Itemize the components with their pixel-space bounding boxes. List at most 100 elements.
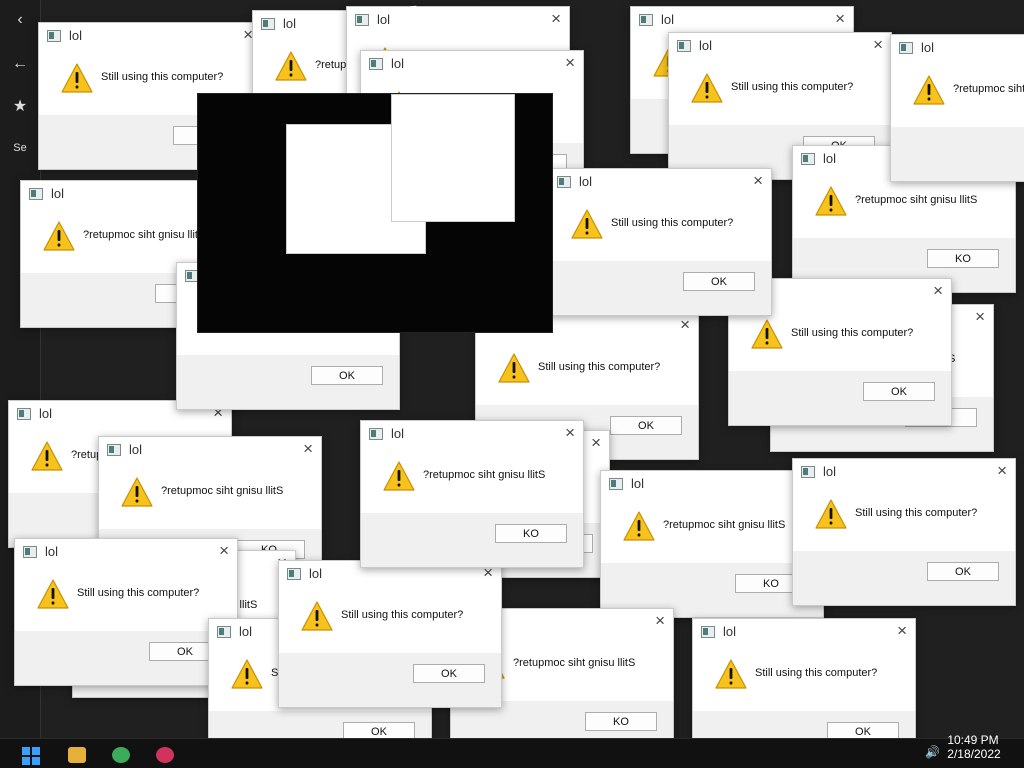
app-window-icon (801, 466, 815, 478)
dialog-footer: OK (177, 355, 399, 409)
dialog-titlebar[interactable]: lol × (549, 169, 771, 195)
warning-triangle-icon (815, 499, 847, 529)
dialog-titlebar[interactable]: lol × (361, 51, 583, 77)
dialog-title: lol (39, 406, 53, 421)
file-explorer-icon[interactable] (68, 747, 86, 763)
system-tray: 🔊 10:49 PM 2/18/2022 (914, 733, 1024, 768)
close-icon[interactable]: × (997, 461, 1007, 481)
app-window-icon (23, 546, 37, 558)
ok-button[interactable]: OK (863, 382, 935, 401)
dialog-footer: OK (729, 371, 951, 425)
close-icon[interactable]: × (565, 423, 575, 443)
dialog-message: ?retupmoc siht gnisu llitS (161, 485, 284, 497)
warning-triangle-icon (815, 186, 847, 216)
close-icon[interactable]: × (873, 35, 883, 55)
dialog-titlebar[interactable]: lol × (347, 7, 569, 33)
dialog-titlebar[interactable]: lol × (669, 33, 891, 59)
ok-button[interactable]: OK (413, 664, 485, 683)
dialog-title: lol (699, 38, 713, 53)
close-icon[interactable]: × (753, 171, 763, 191)
warning-triangle-icon (383, 461, 415, 491)
app-window-icon (609, 478, 623, 490)
back-icon[interactable]: ‹ (6, 6, 34, 34)
app-window-icon (639, 14, 653, 26)
warning-triangle-icon (751, 319, 783, 349)
ok-button[interactable]: KO (495, 524, 567, 543)
close-icon[interactable]: × (680, 315, 690, 335)
dialog-body: ?retupmoc siht gnisu llitS (99, 463, 321, 529)
close-icon[interactable]: × (591, 433, 601, 453)
dialog-titlebar[interactable]: lol × (891, 35, 1024, 61)
dialog-body: Still using this computer? (279, 587, 501, 653)
dialog-body: Still using this computer? (476, 339, 698, 405)
warning-triangle-icon (43, 221, 75, 251)
search-hint[interactable]: Se (6, 134, 34, 162)
dialog-message: Still using this computer? (101, 71, 224, 83)
mouse-cursor-icon: ➚ (404, 0, 420, 20)
windows-start-icon[interactable] (22, 747, 40, 765)
warning-triangle-icon (121, 477, 153, 507)
app-window-icon (355, 14, 369, 26)
close-icon[interactable]: × (933, 281, 943, 301)
dialog-footer: KO (891, 127, 1024, 181)
ok-button[interactable]: KO (927, 249, 999, 268)
app-window-icon (29, 188, 43, 200)
ok-button[interactable]: OK (927, 562, 999, 581)
dialog-titlebar[interactable]: lol × (793, 459, 1015, 485)
close-icon[interactable]: × (975, 307, 985, 327)
app-window-icon (17, 408, 31, 420)
dialog-titlebar[interactable]: lol × (601, 471, 823, 497)
chrome-icon[interactable] (112, 747, 130, 763)
alert-dialog: lol × ?retupmoc siht gnisu llitS KO (890, 34, 1024, 182)
glitched-dialog-preview (197, 93, 553, 333)
dialog-title: lol (579, 174, 593, 189)
dialog-footer: OK (15, 631, 237, 685)
dialog-titlebar[interactable]: lol × (99, 437, 321, 463)
close-icon[interactable]: × (303, 439, 313, 459)
close-icon[interactable]: × (565, 53, 575, 73)
desktop: ‹ ← ★ Se lol × Still using this computer… (0, 0, 1024, 768)
ok-button[interactable]: OK (683, 272, 755, 291)
close-icon[interactable]: × (655, 611, 665, 631)
ok-button[interactable]: OK (610, 416, 682, 435)
ok-button[interactable]: KO (585, 712, 657, 731)
alert-dialog: lol × Still using this computer? OK (278, 560, 502, 708)
alert-dialog: lol × ?retupmoc siht gnisu llitS KO (600, 470, 824, 618)
warning-triangle-icon (498, 353, 530, 383)
dialog-titlebar[interactable]: lol × (361, 421, 583, 447)
dialog-title: lol (921, 40, 935, 55)
close-icon[interactable]: × (835, 9, 845, 29)
dialog-message: Still using this computer? (855, 507, 978, 519)
clock-time[interactable]: 10:49 PM (938, 733, 1008, 747)
clock-date[interactable]: 2/18/2022 (938, 747, 1010, 761)
close-icon[interactable]: × (219, 541, 229, 561)
dialog-message: ?retupmoc siht gnisu llitS (953, 83, 1024, 95)
dialog-body: Still using this computer? (549, 195, 771, 261)
close-icon[interactable]: × (551, 9, 561, 29)
app-window-icon (107, 444, 121, 456)
warning-triangle-icon (715, 659, 747, 689)
favorite-icon[interactable]: ★ (6, 92, 34, 120)
dialog-title: lol (631, 476, 645, 491)
dialog-message: Still using this computer? (341, 609, 464, 621)
close-icon[interactable]: × (897, 621, 907, 641)
app-icon[interactable] (156, 747, 174, 763)
dialog-body: Still using this computer? (693, 645, 915, 711)
dialog-titlebar[interactable]: lol × (693, 619, 915, 645)
warning-triangle-icon (571, 209, 603, 239)
dialog-footer: OK (793, 551, 1015, 605)
app-window-icon (701, 626, 715, 638)
warning-triangle-icon (301, 601, 333, 631)
dialog-message: ?retupmoc siht gnisu llitS (663, 519, 786, 531)
dialog-message: ?retupmoc siht gnisu llitS (83, 229, 206, 241)
forward-icon[interactable]: ← (6, 50, 34, 78)
dialog-footer: OK (279, 653, 501, 707)
dialog-message: Still using this computer? (611, 217, 734, 229)
dialog-titlebar[interactable]: lol × (631, 7, 853, 33)
glitch-dialog-2 (391, 94, 515, 222)
ok-button[interactable]: OK (311, 366, 383, 385)
warning-triangle-icon (691, 73, 723, 103)
dialog-titlebar[interactable]: lol × (39, 23, 261, 49)
dialog-titlebar[interactable]: lol × (15, 539, 237, 565)
dialog-title: lol (661, 12, 675, 27)
